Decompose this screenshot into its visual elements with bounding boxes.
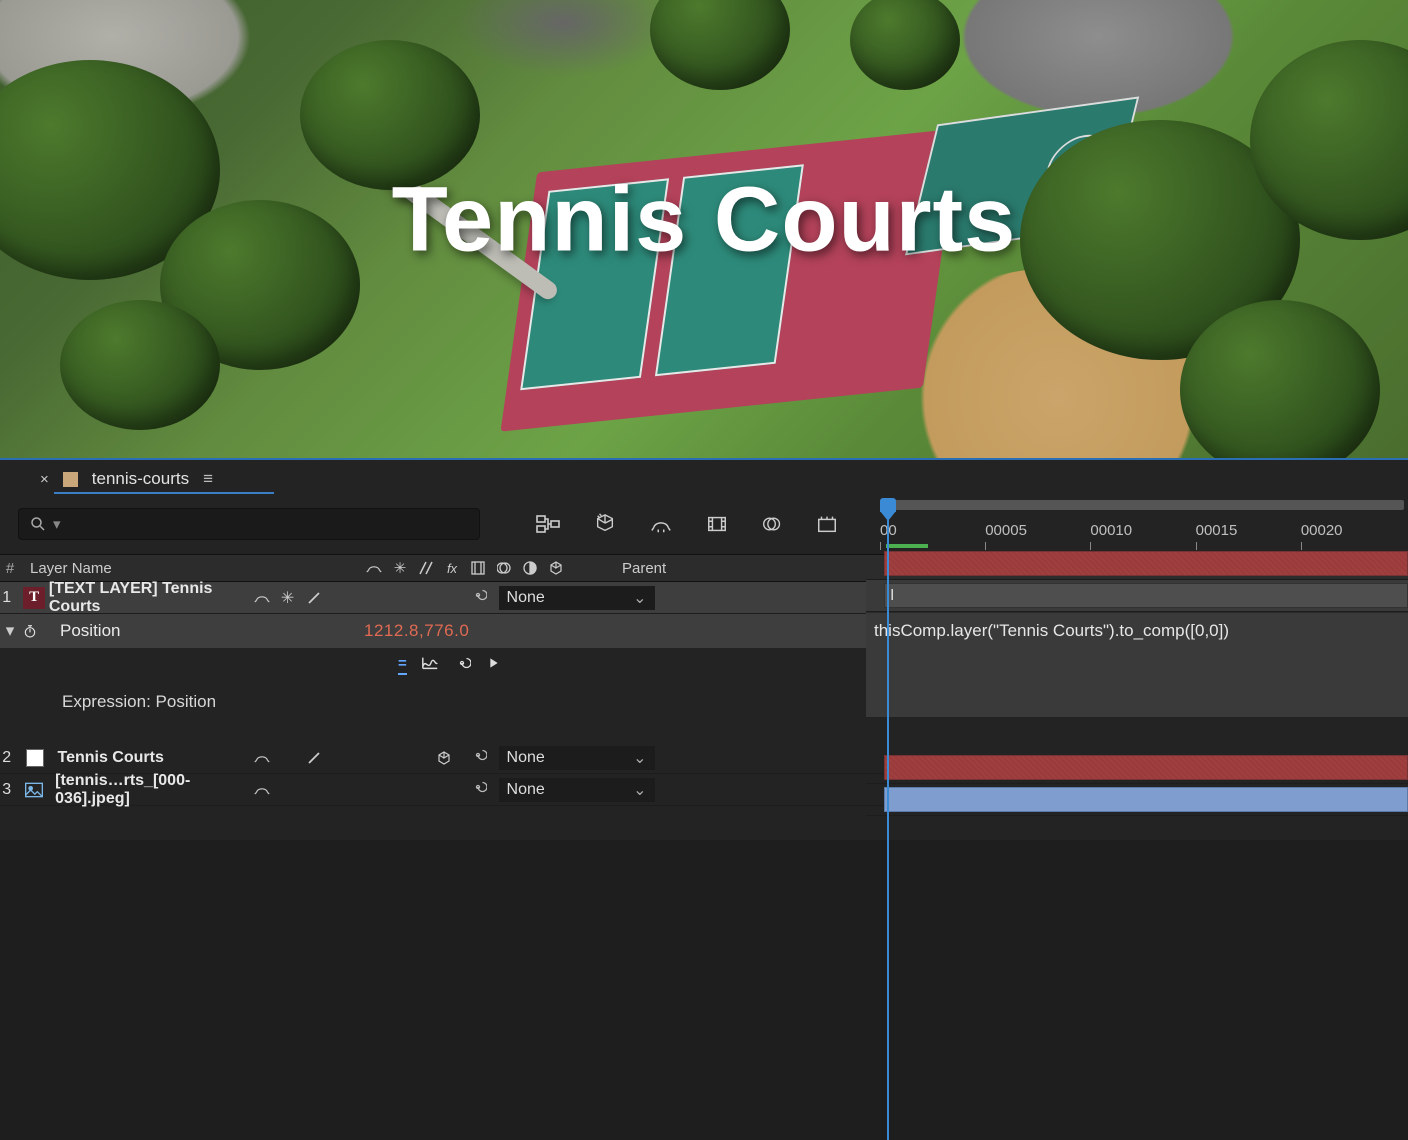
property-track[interactable]: Ⅰ	[866, 580, 1408, 612]
layer-name[interactable]: [tennis…rts_[000-036].jpeg]	[55, 772, 244, 808]
header-parent[interactable]: Parent	[608, 560, 866, 577]
adjustment-column-icon[interactable]	[520, 558, 540, 578]
layer-bar[interactable]	[866, 784, 1408, 816]
cached-frames-indicator	[886, 544, 928, 548]
quality-switch[interactable]	[303, 748, 325, 768]
timeline-track-area[interactable]: Ⅰ thisComp.layer("Tennis Courts").to_com…	[866, 548, 1408, 816]
shy-switch[interactable]	[251, 780, 273, 800]
collapse-column-icon[interactable]: ✳	[390, 558, 410, 578]
pickwhip-icon[interactable]	[469, 746, 487, 769]
parent-value: None	[507, 589, 545, 607]
chevron-down-icon: ⌄	[633, 588, 646, 608]
stopwatch-icon[interactable]	[20, 623, 40, 639]
layer-switches[interactable]: ✳	[245, 588, 455, 608]
shy-switch[interactable]	[251, 588, 273, 608]
expression-graph-icon[interactable]	[421, 655, 439, 675]
adjustment-switch[interactable]	[407, 588, 429, 608]
header-index[interactable]: #	[0, 560, 20, 577]
render-cube-icon[interactable]	[594, 513, 616, 535]
3d-switch[interactable]	[433, 748, 455, 768]
property-name: Position	[40, 621, 358, 641]
pickwhip-icon[interactable]	[469, 778, 487, 801]
property-y[interactable]: 776.0	[424, 621, 469, 640]
motionblur-switch[interactable]	[381, 588, 403, 608]
solid-layer-icon	[23, 747, 47, 769]
ruler-mark: 00015	[1196, 522, 1238, 539]
ruler-mark: 00010	[1090, 522, 1132, 539]
shy-column-icon[interactable]	[364, 558, 384, 578]
layer-switches[interactable]	[245, 748, 455, 768]
composition-viewport[interactable]: Tennis Courts	[0, 0, 1408, 460]
layer-index: 1	[0, 589, 13, 607]
layer-name[interactable]: [TEXT LAYER] Tennis Courts	[49, 580, 245, 616]
timeline-search-input[interactable]: ▾	[18, 508, 480, 540]
pickwhip-icon[interactable]	[469, 586, 487, 609]
tab-menu-icon[interactable]: ≡	[203, 469, 215, 489]
expression-pickwhip-icon[interactable]	[453, 654, 471, 676]
frame-blend-icon[interactable]	[706, 513, 728, 535]
text-layer-icon: T	[23, 587, 44, 609]
fx-column-icon[interactable]: fx	[442, 558, 462, 578]
expression-language-menu-icon[interactable]	[485, 655, 501, 675]
parent-dropdown[interactable]: None ⌄	[499, 586, 655, 610]
ruler-mark: 00005	[985, 522, 1027, 539]
collapse-switch[interactable]: ✳	[277, 588, 299, 608]
timeline-tab-bar: × tennis-courts ≡	[0, 460, 1408, 492]
quality-switch[interactable]	[303, 588, 325, 608]
chevron-down-icon: ⌄	[633, 748, 646, 768]
motion-blur-icon[interactable]	[762, 513, 782, 535]
property-x[interactable]: 1212.8	[364, 621, 419, 640]
ruler-mark: 00020	[1301, 522, 1343, 539]
parent-value: None	[507, 781, 545, 799]
shy-switch[interactable]	[251, 748, 273, 768]
layer-name[interactable]: Tennis Courts	[57, 749, 163, 767]
footage-layer-icon	[23, 779, 45, 801]
fx-switch[interactable]	[329, 588, 351, 608]
chevron-down-icon: ⌄	[633, 780, 646, 800]
layer-bar[interactable]	[866, 548, 1408, 580]
3d-column-icon[interactable]	[546, 558, 566, 578]
graph-editor-icon[interactable]	[816, 513, 838, 535]
motionblur-column-icon[interactable]	[494, 558, 514, 578]
layer-bar[interactable]	[866, 752, 1408, 784]
close-tab-button[interactable]: ×	[40, 471, 49, 488]
ruler-mark: 00	[880, 522, 897, 539]
layer-index: 3	[0, 781, 13, 799]
timeline-panel: × tennis-courts ≡ ▾ 00 00005 00010	[0, 460, 1408, 840]
expression-editor[interactable]: thisComp.layer("Tennis Courts").to_comp(…	[866, 612, 1408, 718]
text-layer-preview[interactable]: Tennis Courts	[392, 167, 1017, 272]
text-cursor-icon: Ⅰ	[890, 586, 894, 605]
comp-color-swatch[interactable]	[63, 472, 78, 487]
expression-text[interactable]: thisComp.layer("Tennis Courts").to_comp(…	[874, 621, 1229, 641]
shy-icon[interactable]	[650, 513, 672, 535]
search-icon	[29, 515, 47, 533]
layer-switches[interactable]	[245, 780, 455, 800]
header-layer-name[interactable]: Layer Name	[20, 560, 358, 577]
header-switches: ✳ fx	[358, 558, 608, 578]
comp-tab-name[interactable]: tennis-courts	[92, 469, 189, 489]
parent-dropdown[interactable]: None ⌄	[499, 778, 655, 802]
comp-flowchart-icon[interactable]	[536, 513, 560, 535]
frameblend-column-icon[interactable]	[468, 558, 488, 578]
parent-dropdown[interactable]: None ⌄	[499, 746, 655, 770]
layer-index: 2	[0, 749, 13, 767]
expression-enable-icon[interactable]: =	[398, 655, 407, 675]
expression-label: Expression: Position	[62, 692, 216, 712]
3d-switch[interactable]	[433, 588, 455, 608]
parent-value: None	[507, 749, 545, 767]
work-area-bar[interactable]	[880, 500, 1404, 510]
frameblend-switch[interactable]	[355, 588, 377, 608]
property-value[interactable]: 1212.8,776.0	[358, 621, 608, 641]
twirl-down-icon[interactable]: ▾	[0, 621, 20, 641]
quality-column-icon[interactable]	[416, 558, 436, 578]
